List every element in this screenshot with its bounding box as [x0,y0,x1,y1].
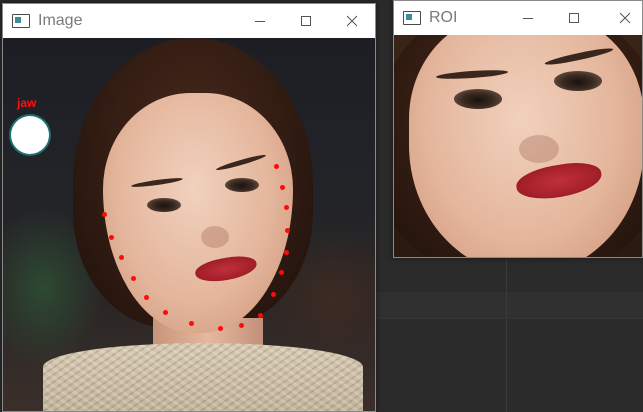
jaw-landmark-point [102,212,107,217]
jaw-landmark-point [144,295,149,300]
jaw-landmark-point [218,326,223,331]
jaw-landmark-point [274,164,279,169]
jaw-label: jaw [17,96,37,110]
maximize-icon [301,16,311,26]
minimize-button[interactable] [237,4,283,38]
window-title: ROI [429,9,458,26]
right-eye [225,178,259,192]
app-window-icon [12,14,30,28]
image-window[interactable]: Image jaw [2,3,376,412]
close-icon [619,12,631,24]
close-button[interactable] [602,1,643,35]
dress [43,343,363,411]
minimize-icon [255,21,265,22]
roi-canvas [394,35,642,257]
jaw-landmark-point [284,250,289,255]
nose-shadow [201,226,229,248]
jaw-landmark-point [271,292,276,297]
roi-window-titlebar[interactable]: ROI [394,1,642,35]
image-window-titlebar[interactable]: Image [3,4,375,38]
desktop-divider-vertical [506,258,507,412]
minimize-icon [523,18,533,19]
jaw-landmark-point [109,235,114,240]
roi-nose-shadow [519,135,559,163]
minimize-button[interactable] [510,1,546,35]
close-button[interactable] [329,4,375,38]
desktop-divider-horizontal [376,318,643,319]
jaw-landmark-point [279,270,284,275]
roi-right-eye [554,71,602,91]
roi-window[interactable]: ROI [393,0,643,258]
left-eye [147,198,181,212]
jaw-landmark-point [258,313,263,318]
image-canvas: jaw [3,38,375,411]
maximize-icon [569,13,579,23]
jaw-landmark-point [163,310,168,315]
jaw-landmark-point [239,323,244,328]
jaw-landmark-point [119,255,124,260]
maximize-button[interactable] [546,1,602,35]
jaw-landmark-point [285,228,290,233]
jaw-landmark-point [189,321,194,326]
marker-circle [11,116,49,154]
desktop-band [376,292,643,318]
close-icon [346,15,358,27]
roi-left-eye [454,89,502,109]
jaw-landmark-point [280,185,285,190]
jaw-landmark-point [131,276,136,281]
window-title: Image [38,12,83,29]
jaw-landmark-point [284,205,289,210]
app-window-icon [403,11,421,25]
maximize-button[interactable] [283,4,329,38]
